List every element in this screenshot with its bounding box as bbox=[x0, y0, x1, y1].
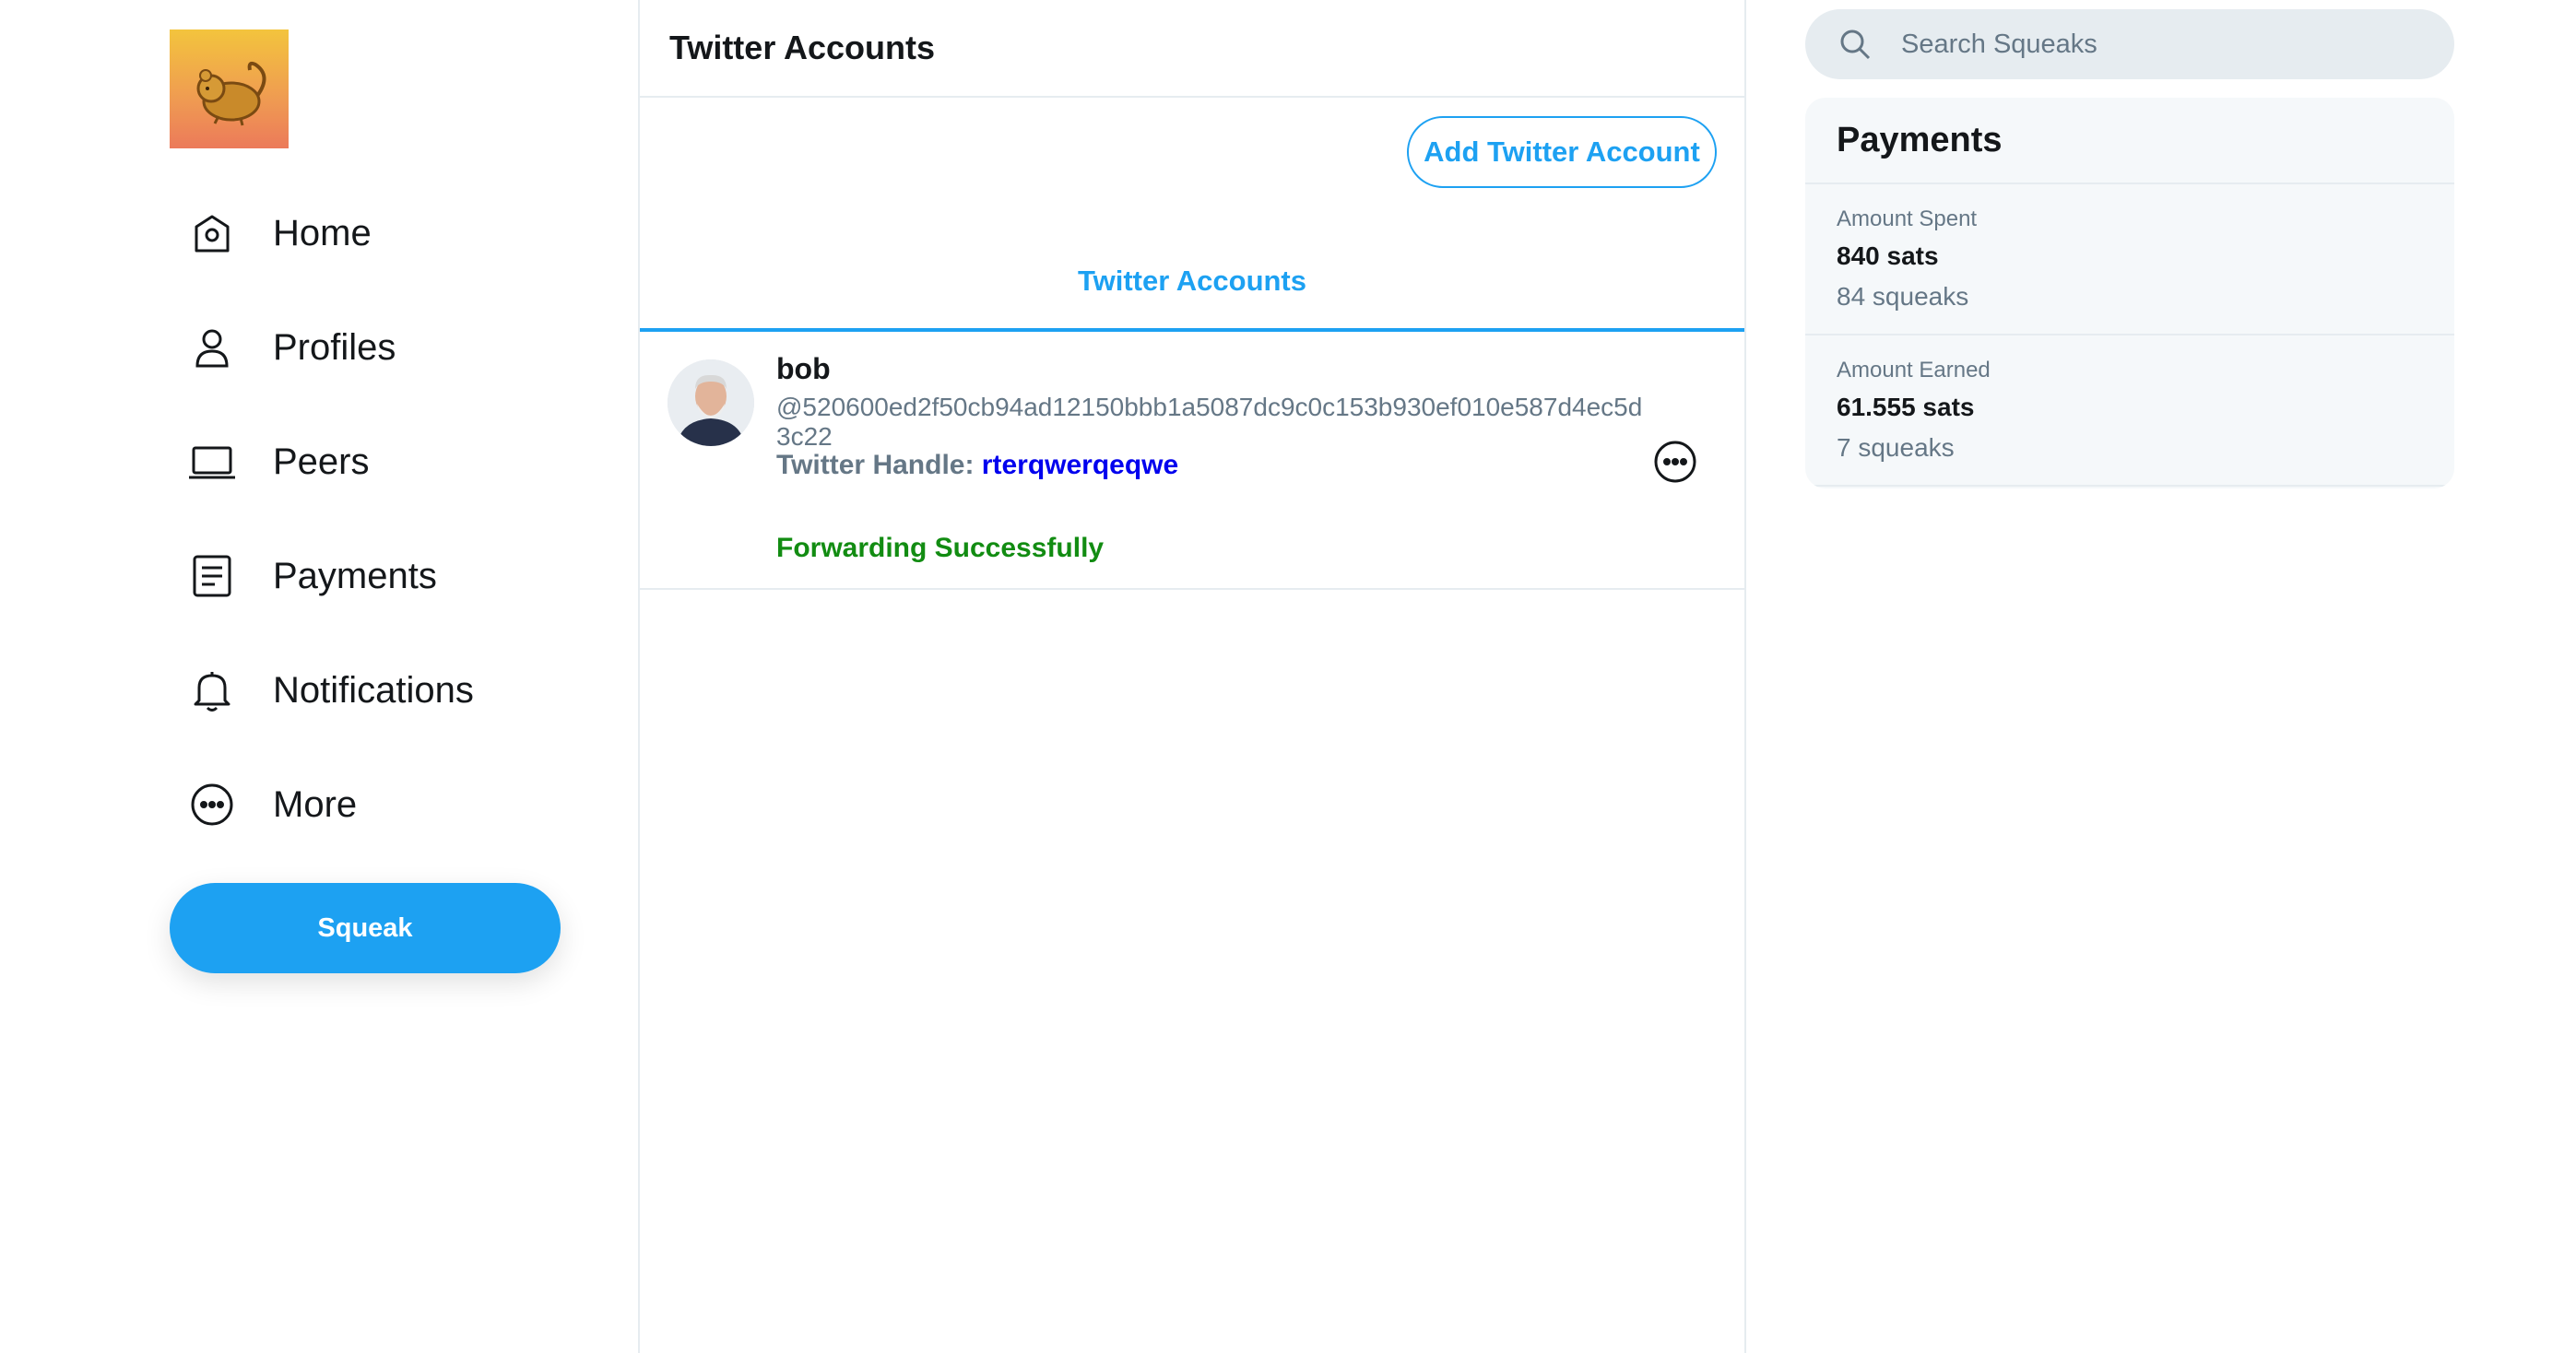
logo[interactable] bbox=[170, 29, 289, 148]
add-twitter-account-button[interactable]: Add Twitter Account bbox=[1407, 116, 1717, 188]
more-icon bbox=[184, 777, 240, 832]
sidebar-item-notifications[interactable]: Notifications bbox=[184, 649, 474, 732]
search-bar[interactable] bbox=[1805, 9, 2454, 79]
sidebar-item-more[interactable]: More bbox=[184, 763, 357, 846]
document-icon bbox=[184, 548, 240, 604]
home-icon bbox=[184, 206, 240, 261]
amount-earned-value: 61.555 sats bbox=[1837, 393, 1975, 421]
sidebar: Home Profiles Peers Payments Notificatio… bbox=[0, 0, 640, 1353]
payments-card: Payments Amount Spent 840 sats 84 squeak… bbox=[1805, 98, 2454, 488]
search-icon bbox=[1837, 26, 1873, 63]
avatar[interactable] bbox=[668, 359, 754, 446]
amount-earned-label: Amount Earned bbox=[1837, 358, 1991, 382]
account-more-button[interactable] bbox=[1652, 439, 1698, 485]
amount-spent-value: 840 sats bbox=[1837, 241, 1939, 270]
bell-icon bbox=[184, 663, 240, 718]
tab-twitter-accounts[interactable]: Twitter Accounts bbox=[640, 240, 1744, 332]
sidebar-item-label: Home bbox=[273, 212, 372, 253]
twitter-handle: Twitter Handle: rterqwerqeqwe bbox=[776, 450, 1178, 481]
more-icon bbox=[1654, 441, 1696, 483]
user-icon bbox=[184, 320, 240, 375]
twitter-handle-label: Twitter Handle: bbox=[776, 450, 975, 480]
amount-spent-label: Amount Spent bbox=[1837, 206, 1978, 231]
sidebar-item-peers[interactable]: Peers bbox=[184, 420, 370, 503]
amount-earned-squeaks: 7 squeaks bbox=[1837, 433, 1955, 462]
amount-earned-row[interactable]: Amount Earned 61.555 sats 7 squeaks bbox=[1805, 335, 2454, 487]
list-item[interactable]: bob @520600ed2f50cb94ad12150bbb1a5087dc9… bbox=[640, 332, 1744, 590]
search-input[interactable] bbox=[1899, 28, 2416, 61]
twitter-handle-link[interactable]: rterqwerqeqwe bbox=[982, 450, 1178, 480]
account-pubkey: @520600ed2f50cb94ad12150bbb1a5087dc9c0c1… bbox=[776, 393, 1643, 451]
sidebar-item-label: Profiles bbox=[273, 326, 396, 368]
amount-spent-squeaks: 84 squeaks bbox=[1837, 282, 1969, 311]
sidebar-item-payments[interactable]: Payments bbox=[184, 535, 437, 618]
squeak-button[interactable]: Squeak bbox=[170, 883, 561, 973]
sidebar-item-label: More bbox=[273, 783, 358, 825]
page-title: Twitter Accounts bbox=[640, 0, 1744, 98]
sidebar-item-label: Notifications bbox=[273, 669, 474, 711]
main-column: Twitter Accounts Add Twitter Account Twi… bbox=[640, 0, 1746, 1353]
amount-spent-row[interactable]: Amount Spent 840 sats 84 squeaks bbox=[1805, 184, 2454, 335]
payments-card-title: Payments bbox=[1805, 98, 2454, 184]
forwarding-status: Forwarding Successfully bbox=[776, 533, 1105, 563]
sidebar-item-label: Payments bbox=[273, 555, 437, 596]
sidebar-item-label: Peers bbox=[273, 441, 370, 482]
account-name[interactable]: bob bbox=[776, 352, 831, 386]
laptop-icon bbox=[184, 434, 240, 489]
squirrel-logo-icon bbox=[196, 61, 266, 125]
sidebar-item-profiles[interactable]: Profiles bbox=[184, 306, 396, 389]
sidebar-item-home[interactable]: Home bbox=[184, 192, 372, 275]
